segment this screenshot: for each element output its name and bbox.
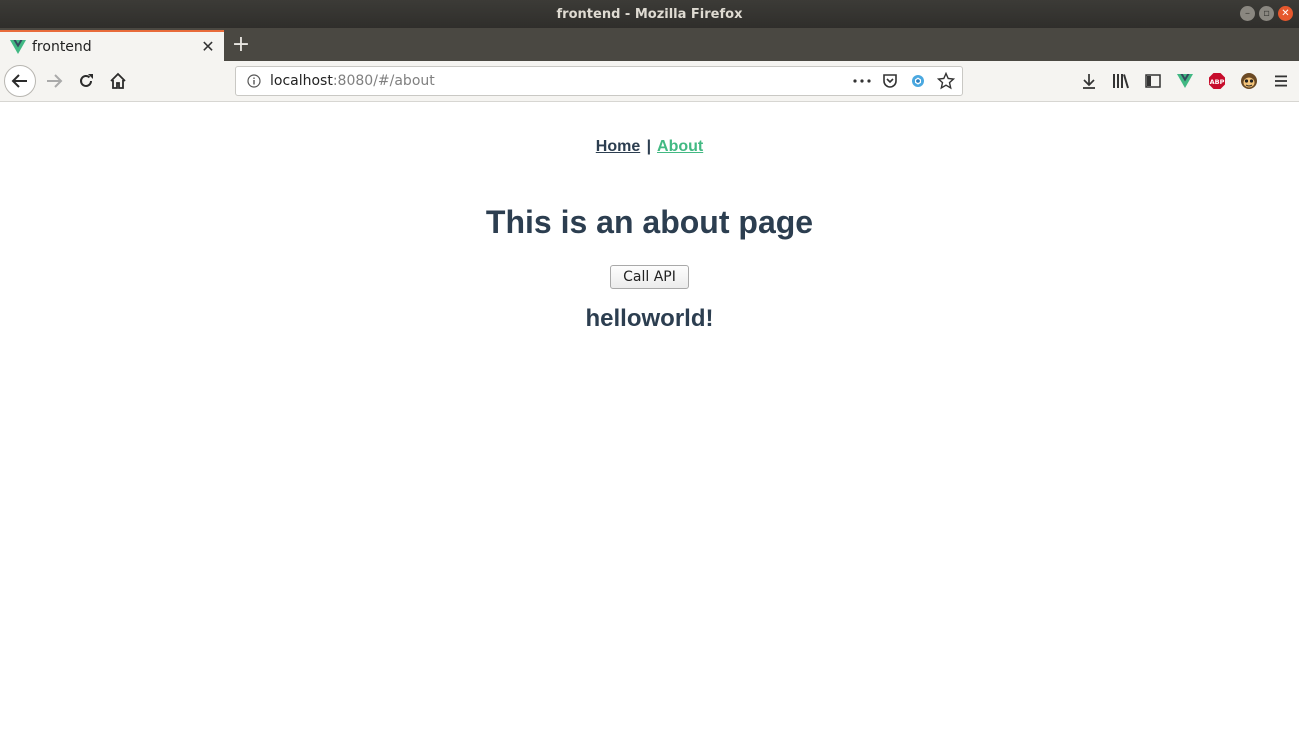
window-title: frontend - Mozilla Firefox	[556, 6, 743, 22]
reload-button[interactable]	[74, 69, 98, 93]
window-titlebar: frontend - Mozilla Firefox – ▫ ✕	[0, 0, 1299, 28]
download-icon[interactable]	[1077, 69, 1101, 93]
abp-icon[interactable]: ABP	[1205, 69, 1229, 93]
close-window-button[interactable]: ✕	[1278, 6, 1293, 21]
url-text[interactable]: localhost:8080/#/about	[270, 73, 852, 89]
sidebar-icon[interactable]	[1141, 69, 1165, 93]
nav-link-home[interactable]: Home	[596, 138, 640, 155]
app-nav: Home | About	[0, 138, 1299, 156]
monkey-icon[interactable]	[1237, 69, 1261, 93]
home-button[interactable]	[106, 69, 130, 93]
vue-devtools-icon[interactable]	[1173, 69, 1197, 93]
reload-icon	[80, 74, 93, 87]
back-arrow-icon	[11, 74, 27, 88]
url-actions	[852, 71, 956, 91]
nav-link-about[interactable]: About	[657, 138, 703, 155]
pocket-icon[interactable]	[880, 71, 900, 91]
info-icon[interactable]	[246, 73, 262, 89]
hamburger-menu-icon[interactable]	[1269, 69, 1293, 93]
close-tab-icon[interactable]: ✕	[198, 37, 218, 57]
toolbar-right: ABP	[1077, 69, 1293, 93]
address-bar[interactable]: localhost:8080/#/about	[235, 66, 963, 96]
tab-strip: frontend ✕ +	[0, 28, 1299, 61]
home-icon	[110, 72, 126, 89]
minimize-button[interactable]: –	[1240, 6, 1255, 21]
vue-logo-icon	[10, 39, 26, 54]
new-tab-button[interactable]: +	[230, 32, 252, 57]
forward-arrow-icon	[47, 74, 63, 88]
more-dots-icon[interactable]	[852, 71, 872, 91]
forward-button[interactable]	[42, 69, 66, 93]
extension-icon[interactable]	[908, 71, 928, 91]
tab-label: frontend	[32, 38, 92, 55]
maximize-button[interactable]: ▫	[1259, 6, 1274, 21]
page-title: This is an about page	[485, 204, 814, 240]
api-result: helloworld!	[585, 305, 714, 332]
call-api-button[interactable]: Call API	[610, 265, 689, 289]
url-path: :8080/#/about	[332, 73, 435, 89]
library-icon[interactable]	[1109, 69, 1133, 93]
navigation-toolbar: localhost:8080/#/about ABP	[0, 61, 1299, 102]
url-host: localhost	[270, 73, 333, 89]
page-content: Home | About This is an about page Call …	[0, 102, 1299, 741]
window-controls: – ▫ ✕	[1240, 6, 1293, 21]
tab-frontend[interactable]: frontend ✕	[0, 30, 224, 61]
star-icon[interactable]	[936, 71, 956, 91]
svg-text:ABP: ABP	[1210, 78, 1225, 86]
back-button[interactable]	[4, 65, 36, 97]
nav-separator: |	[646, 138, 652, 155]
